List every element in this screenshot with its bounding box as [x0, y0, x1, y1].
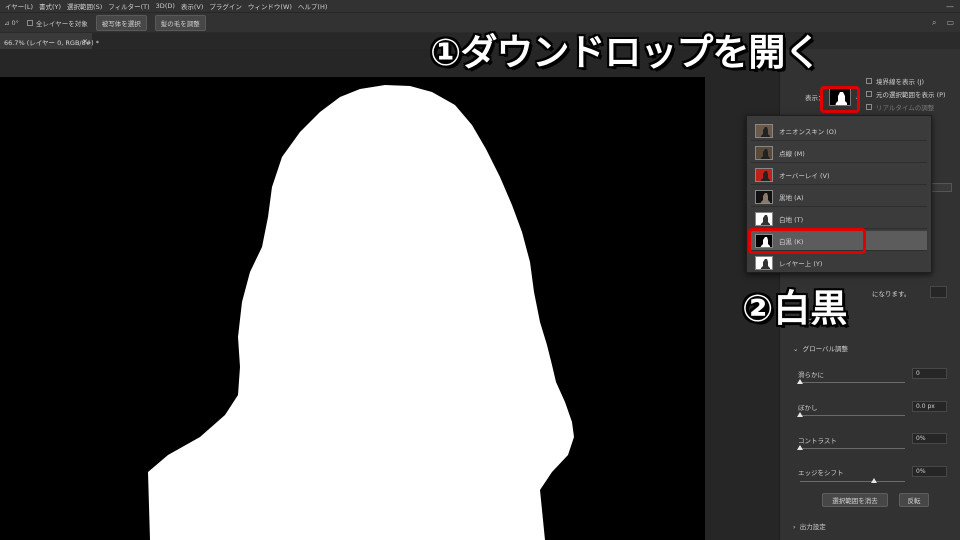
contrast-value[interactable]: 0% — [912, 433, 947, 444]
marching-ants-thumbnail — [755, 145, 773, 160]
shift-edge-slider-knob[interactable] — [870, 478, 877, 483]
realtime-checkbox[interactable]: リアルタイムの調整 — [866, 100, 946, 113]
highlight-black-white — [748, 228, 866, 254]
contrast-slider-knob[interactable] — [797, 445, 803, 450]
search-icon[interactable]: ⌕ — [932, 18, 936, 28]
all-layers-checkbox[interactable]: 全レイヤーを対象 — [26, 18, 88, 28]
checkbox-icon — [866, 103, 872, 110]
mode-select[interactable] — [930, 183, 952, 192]
mask-silhouette — [148, 85, 574, 540]
output-settings-header[interactable]: › 出力設定 — [793, 521, 826, 531]
view-mode-label: 白地 (T) — [779, 215, 804, 224]
on-layers-thumbnail — [755, 256, 773, 270]
contrast-slider-track[interactable] — [800, 448, 905, 449]
feather-slider-track[interactable] — [800, 415, 905, 416]
clear-selection-button[interactable]: 選択範囲を消去 — [822, 493, 888, 507]
menu-window[interactable]: ウィンドウ(W) — [245, 1, 295, 11]
smooth-slider-track[interactable] — [800, 382, 905, 383]
view-mode-overlay[interactable]: オーバーレイ (V) — [751, 165, 927, 185]
menu-bar: イヤー(L) 書式(Y) 選択範囲(S) フィルター(T) 3D(D) 表示(V… — [0, 0, 960, 12]
view-mode-label: レイヤー上 (Y) — [779, 260, 823, 268]
highlight-view-dropdown — [820, 86, 860, 113]
window-controls: — — [946, 0, 954, 12]
show-original-label: 元の選択範囲を表示 (P) — [876, 90, 946, 99]
view-options: 境界線を表示 (J) 元の選択範囲を表示 (P) リアルタイムの調整 — [866, 74, 946, 113]
minimize-icon[interactable]: — — [946, 2, 954, 11]
view-mode-onion-skin[interactable]: オニオンスキン (O) — [751, 121, 927, 141]
angle-field[interactable]: ⊿ 0° — [4, 19, 19, 27]
show-original-checkbox[interactable]: 元の選択範囲を表示 (P) — [866, 87, 946, 100]
checkbox-icon — [866, 90, 872, 97]
checkbox-icon — [866, 77, 872, 84]
menu-filter[interactable]: フィルター(T) — [105, 1, 152, 11]
feather-slider-knob[interactable] — [797, 412, 803, 417]
annotation-step-1: ①ダウンドロップを開く — [430, 31, 821, 74]
select-subject-button[interactable]: 被写体を選択 — [95, 14, 147, 31]
view-mode-on-black[interactable]: 黒地 (A) — [751, 187, 927, 207]
feather-value[interactable]: 0.0 px — [912, 401, 947, 412]
menu-layer[interactable]: イヤー(L) — [2, 1, 36, 11]
menu-3d[interactable]: 3D(D) — [153, 2, 178, 10]
output-settings-label: 出力設定 — [799, 523, 826, 531]
workspace-icon[interactable]: ▭ — [946, 18, 954, 28]
workspace — [0, 49, 775, 540]
close-icon[interactable]: × — [83, 37, 88, 45]
hint-text: になります。 — [872, 290, 911, 298]
angle-value: 0° — [11, 18, 19, 27]
show-edge-checkbox[interactable]: 境界線を表示 (J) — [866, 74, 946, 87]
checkbox-icon — [26, 19, 33, 26]
view-mode-label: オーバーレイ (V) — [779, 171, 830, 180]
menu-type[interactable]: 書式(Y) — [36, 1, 64, 11]
smooth-label: 滑らかに — [798, 371, 824, 379]
on-white-thumbnail — [755, 211, 773, 226]
refine-hair-button[interactable]: 髪の毛を調整 — [154, 14, 206, 31]
annotation-step-2: ②白黒 — [742, 287, 848, 330]
on-black-thumbnail — [755, 189, 773, 204]
chevron-down-icon: ⌄ — [793, 345, 799, 353]
onion-skin-thumbnail — [755, 123, 773, 138]
shift-edge-value[interactable]: 0% — [912, 466, 947, 477]
menu-view[interactable]: 表示(V) — [178, 1, 207, 11]
radius-input[interactable] — [930, 286, 947, 298]
view-mode-on-layers[interactable]: レイヤー上 (Y) — [751, 253, 927, 273]
show-edge-label: 境界線を表示 (J) — [876, 77, 925, 86]
view-mode-on-white[interactable]: 白地 (T) — [751, 209, 927, 229]
global-refine-label: グローバル調整 — [802, 345, 849, 353]
contrast-label: コントラスト — [798, 437, 837, 445]
shift-edge-slider-track[interactable] — [800, 481, 905, 482]
invert-button[interactable]: 反転 — [899, 493, 929, 507]
view-mode-label: 点線 (M) — [779, 149, 805, 158]
overlay-thumbnail — [755, 167, 773, 182]
global-refine-header[interactable]: ⌄ グローバル調整 — [793, 343, 848, 353]
view-mode-label: 黒地 (A) — [779, 193, 804, 202]
smooth-slider-knob[interactable] — [797, 379, 803, 384]
chevron-right-icon: › — [793, 523, 796, 531]
view-mode-marching-ants[interactable]: 点線 (M) — [751, 143, 927, 163]
all-layers-label: 全レイヤーを対象 — [35, 19, 88, 28]
menu-select[interactable]: 選択範囲(S) — [64, 1, 105, 11]
document-tab[interactable]: 66.7% (レイヤー 0, RGB/8#) * × — [0, 33, 99, 49]
smooth-value[interactable]: 0 — [912, 368, 947, 379]
feather-label: ぼかし — [798, 404, 818, 412]
options-right-icons: ⌕ ▭ — [932, 18, 954, 28]
menu-help[interactable]: ヘルプ(H) — [295, 1, 330, 11]
menu-plugins[interactable]: プラグイン — [206, 1, 245, 11]
view-mode-label: オニオンスキン (O) — [779, 127, 837, 136]
canvas[interactable] — [0, 77, 705, 540]
realtime-label: リアルタイムの調整 — [876, 103, 935, 112]
shift-edge-label: エッジをシフト — [798, 469, 844, 477]
